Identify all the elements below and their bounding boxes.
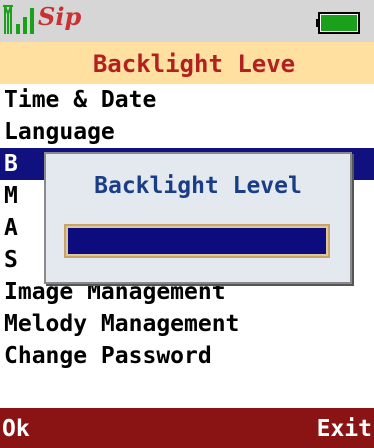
menu-item[interactable]: Language	[0, 116, 374, 148]
backlight-level-dialog: Backlight Level	[44, 152, 352, 284]
battery-icon	[316, 12, 360, 34]
page-title: Backlight Leve	[92, 50, 296, 78]
signal-strength-icon	[3, 4, 37, 36]
dialog-title: Backlight Level	[94, 173, 302, 199]
backlight-level-fill	[68, 228, 326, 254]
phone-screen: Sip Backlight Leve Time & Date Language …	[0, 0, 374, 448]
exit-softkey[interactable]: Exit	[317, 408, 372, 448]
title-bar: Backlight Leve	[0, 42, 374, 84]
brand-logo: Sip	[38, 2, 82, 31]
softkey-bar: Ok Exit	[0, 408, 374, 448]
menu-item[interactable]: Melody Management	[0, 308, 374, 340]
menu-item[interactable]: Time & Date	[0, 84, 374, 116]
status-bar: Sip	[0, 0, 374, 42]
menu-item[interactable]: Change Password	[0, 340, 374, 372]
backlight-level-slider[interactable]	[64, 224, 330, 258]
ok-softkey[interactable]: Ok	[2, 408, 30, 448]
